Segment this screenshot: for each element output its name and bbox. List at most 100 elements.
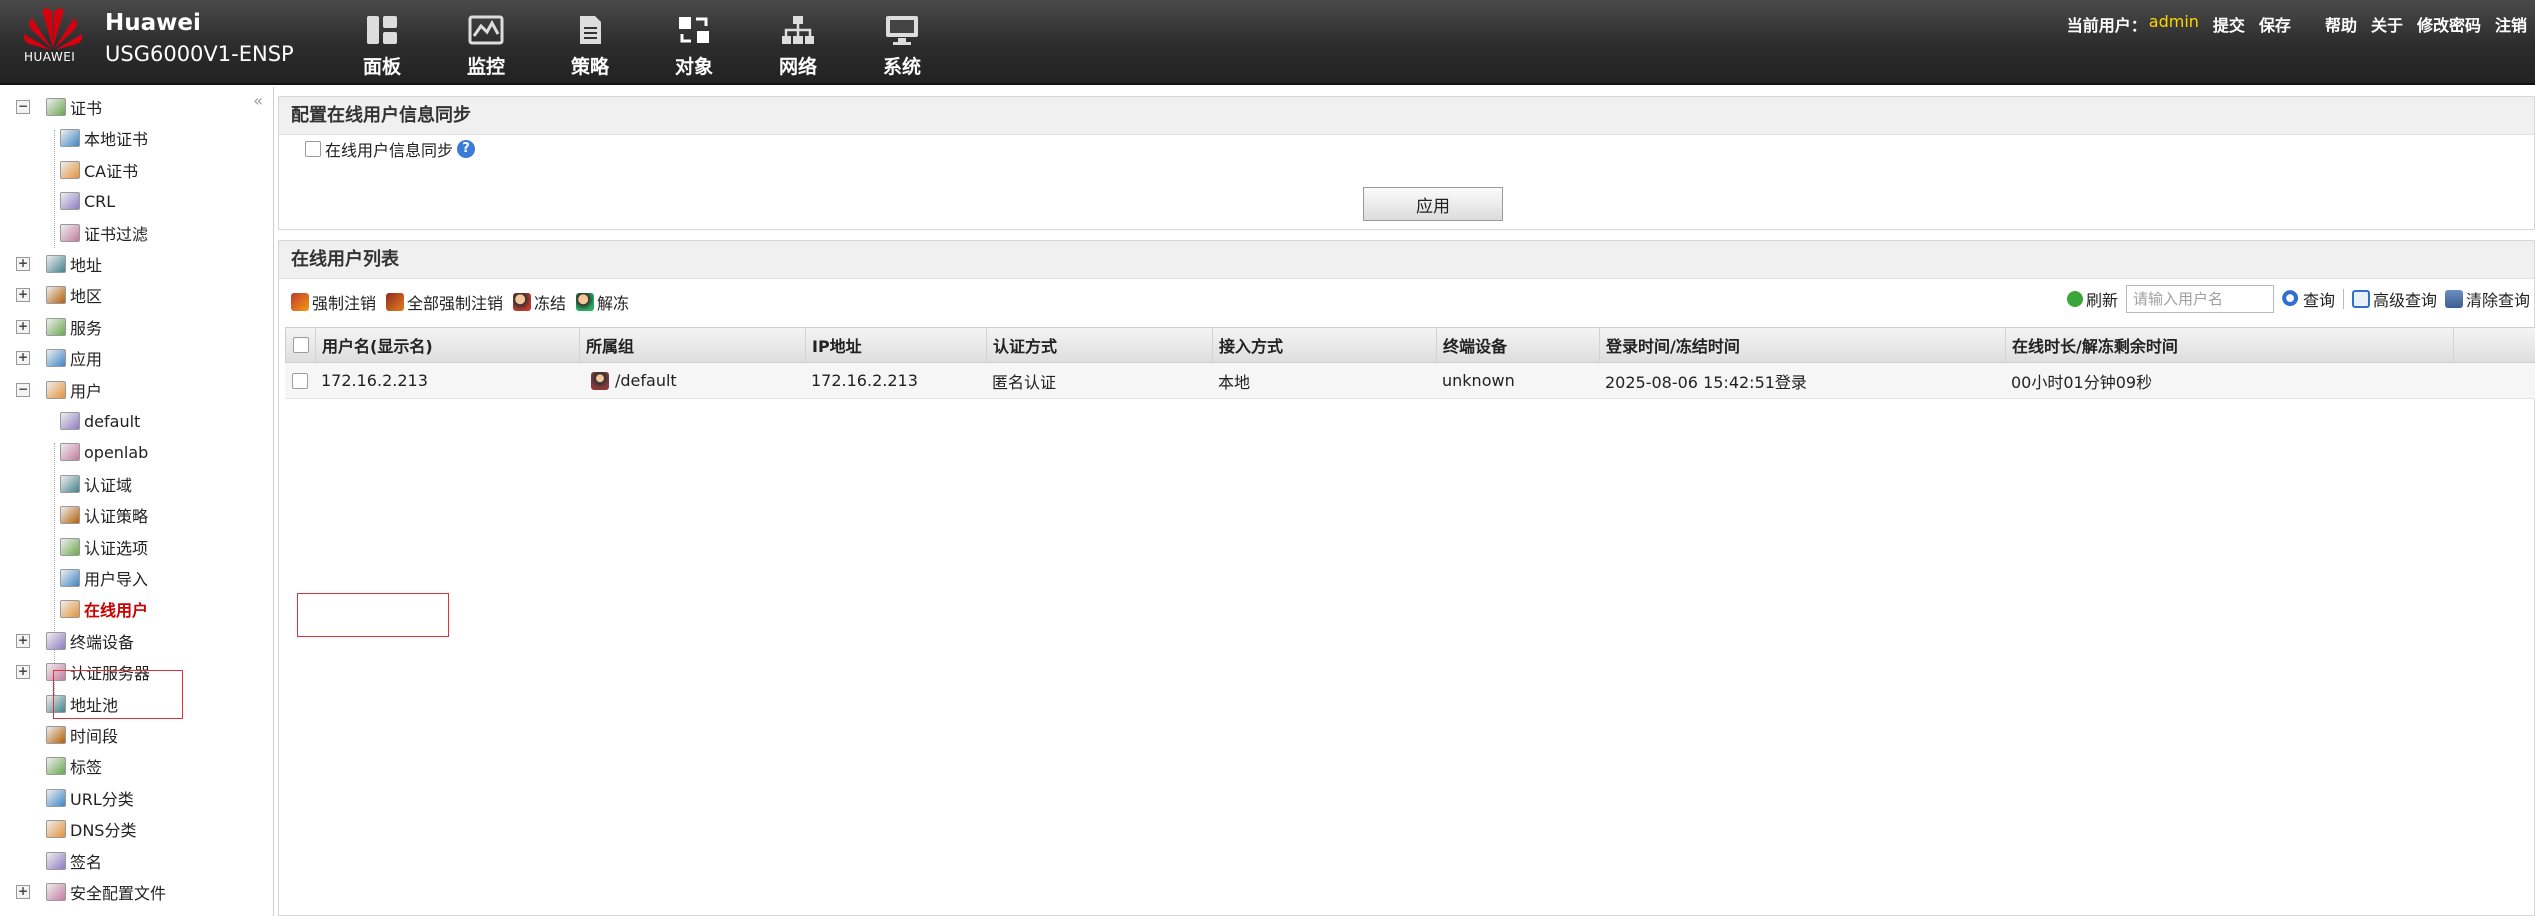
nav-label: 策略 (570, 56, 609, 78)
expand-icon[interactable]: + (16, 665, 30, 680)
force-logout-all-button[interactable]: 全部强制注销 (386, 290, 503, 314)
save-link[interactable]: 保存 (2259, 12, 2291, 36)
sidebar-item[interactable]: 本地证书 (60, 123, 148, 153)
sidebar-item[interactable]: 证书过滤 (60, 218, 148, 248)
unfreeze-button[interactable]: 解冻 (576, 290, 629, 314)
tree-connector (54, 130, 55, 248)
sidebar-item[interactable]: − 证书 (16, 92, 103, 122)
freeze-button[interactable]: 冻结 (513, 290, 566, 314)
column-header-duration[interactable]: 在线时长/解冻剩余时间 (2006, 328, 2454, 362)
column-header-group[interactable]: 所属组 (580, 328, 806, 362)
expand-icon[interactable]: + (16, 885, 30, 899)
sidebar-item[interactable]: 用户导入 (60, 563, 148, 593)
collapse-icon[interactable]: − (16, 382, 30, 397)
sidebar-item[interactable]: + 安全配置文件 (16, 877, 166, 907)
tree-node-icon (60, 443, 80, 462)
expand-icon[interactable]: + (16, 319, 30, 334)
sidebar-item[interactable]: − 用户 (16, 375, 102, 405)
tree-node-icon (46, 883, 66, 901)
sidebar-item[interactable]: 时间段 (46, 720, 118, 750)
expand-icon[interactable]: + (16, 633, 30, 648)
commit-link[interactable]: 提交 (2213, 12, 2245, 36)
collapse-sidebar-icon[interactable]: « (253, 91, 263, 110)
sidebar-item[interactable]: + 终端设备 (16, 626, 134, 656)
unfreeze-icon (576, 293, 595, 311)
column-header-username[interactable]: 用户名(显示名) (316, 328, 580, 362)
collapse-icon[interactable]: − (16, 100, 30, 114)
advanced-query-button[interactable]: 高级查询 (2351, 287, 2437, 311)
sidebar-item[interactable]: CRL (60, 186, 115, 216)
tree-node-icon (60, 412, 80, 430)
expand-icon[interactable]: + (16, 288, 30, 303)
cell-terminal: unknown (1442, 371, 1515, 390)
sidebar-item-label: 本地证书 (84, 130, 149, 150)
sidebar-item[interactable]: + 地区 (16, 280, 102, 310)
column-header-access-method[interactable]: 接入方式 (1213, 328, 1437, 362)
nav-dashboard[interactable]: 面板 (330, 14, 434, 84)
sidebar-item-label: 认证策略 (84, 507, 149, 527)
refresh-button[interactable]: 刷新 (2066, 287, 2118, 311)
clear-query-button[interactable]: 清除查询 (2444, 287, 2530, 311)
tree-node-icon (46, 380, 66, 399)
sidebar-item[interactable]: default (60, 406, 140, 436)
sync-checkbox[interactable] (305, 141, 321, 157)
sidebar-item-label: 证书 (70, 99, 103, 118)
sidebar-item[interactable]: URL分类 (46, 783, 134, 813)
sidebar-item-label: URL分类 (70, 789, 134, 809)
nav-monitor[interactable]: 监控 (434, 14, 538, 84)
sidebar-item[interactable]: + 应用 (16, 343, 102, 373)
query-button[interactable]: 查询 (2281, 287, 2335, 311)
help-link[interactable]: 帮助 (2325, 12, 2357, 36)
sidebar-item[interactable]: DNS分类 (46, 814, 136, 844)
about-link[interactable]: 关于 (2371, 12, 2403, 36)
sidebar-item[interactable]: 认证策略 (60, 500, 148, 530)
dashboard-icon (367, 16, 397, 44)
change-password-link[interactable]: 修改密码 (2417, 12, 2481, 36)
column-header-ip[interactable]: IP地址 (806, 328, 987, 362)
nav-system[interactable]: 系统 (850, 14, 954, 84)
force-logout-label: 强制注销 (312, 294, 377, 313)
tree-node-icon (46, 317, 66, 336)
current-user-label: 当前用户： (2066, 16, 2147, 35)
sidebar-item-label: DNS分类 (70, 821, 137, 841)
tree-node-icon (46, 851, 66, 870)
force-logout-button[interactable]: 强制注销 (291, 290, 376, 314)
cell-access-method: 本地 (1218, 372, 1251, 392)
search-icon (2281, 290, 2300, 308)
sidebar-item[interactable]: 标签 (46, 751, 102, 781)
column-header-login-time[interactable]: 登录时间/冻结时间 (1600, 328, 2006, 362)
sync-panel-title: 配置在线用户信息同步 (279, 97, 2534, 135)
sidebar-item[interactable]: + 地址 (16, 249, 102, 279)
nav-label: 面板 (362, 56, 401, 78)
refresh-icon (2066, 291, 2083, 307)
username-search-input[interactable] (2125, 285, 2274, 313)
select-all-cell (286, 328, 316, 362)
table-row[interactable]: 172.16.2.213 /default 172.16.2.213 匿名认证 … (285, 363, 2535, 399)
column-header-terminal[interactable]: 终端设备 (1437, 328, 1600, 362)
tree-node-icon (60, 223, 80, 242)
expand-icon[interactable]: + (16, 351, 30, 366)
sidebar-item[interactable]: 签名 (46, 846, 102, 876)
nav-object[interactable]: 对象 (642, 14, 746, 84)
sidebar-item[interactable]: CA证书 (60, 155, 138, 185)
sidebar-item[interactable]: 认证域 (60, 469, 132, 499)
force-logout-all-icon (386, 293, 405, 311)
sidebar-item[interactable]: 在线用户 (60, 594, 148, 624)
sidebar-item[interactable]: openlab (60, 437, 148, 467)
tree-node-icon (60, 569, 80, 587)
cell-auth-method: 匿名认证 (992, 372, 1057, 392)
tree-node-icon (46, 788, 66, 807)
help-icon[interactable]: ? (457, 140, 476, 158)
nav-policy[interactable]: 策略 (538, 14, 642, 84)
sidebar-item[interactable]: 认证选项 (60, 532, 148, 562)
logout-link[interactable]: 注销 (2495, 12, 2527, 36)
expand-icon[interactable]: + (16, 257, 30, 271)
tree-node-icon (60, 600, 80, 619)
tree-node-icon (46, 286, 66, 305)
select-all-checkbox[interactable] (292, 337, 309, 353)
sidebar-item[interactable]: + 服务 (16, 312, 102, 342)
apply-button[interactable]: 应用 (1363, 187, 1503, 221)
row-checkbox[interactable] (292, 372, 308, 389)
column-header-auth-method[interactable]: 认证方式 (987, 328, 1213, 362)
nav-network[interactable]: 网络 (746, 14, 850, 84)
